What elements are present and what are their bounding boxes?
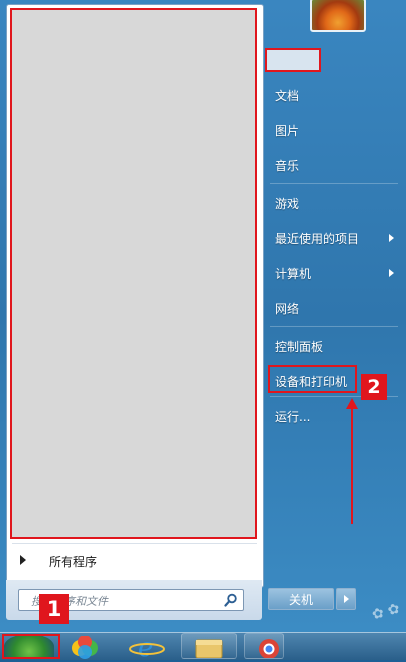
triangle-right-icon: [344, 595, 349, 603]
recent-programs-list[interactable]: [10, 8, 257, 539]
separator: [270, 326, 398, 327]
menu-item-control-panel[interactable]: 控制面板: [268, 333, 400, 359]
step-1-badge: 1: [39, 594, 69, 624]
menu-item-label: 文档: [275, 89, 300, 103]
game-icon[interactable]: [66, 635, 106, 659]
menu-item-pictures[interactable]: 图片: [268, 117, 400, 143]
chrome-icon: [259, 639, 279, 659]
triangle-right-icon: [20, 555, 26, 565]
divider: [12, 543, 257, 544]
all-programs-item[interactable]: 所有程序: [10, 548, 258, 574]
shutdown-button[interactable]: 关机: [268, 588, 334, 610]
submenu-arrow-icon: [389, 269, 394, 277]
arrow-up-icon: [346, 398, 358, 524]
menu-item-run[interactable]: 运行...: [268, 403, 400, 429]
menu-item-network[interactable]: 网络: [268, 295, 400, 321]
explorer-taskbar-button[interactable]: [181, 633, 237, 659]
menu-item-label: 游戏: [275, 197, 300, 211]
search-icon[interactable]: [224, 593, 238, 607]
submenu-arrow-icon: [389, 234, 394, 242]
svg-text:e: e: [138, 634, 153, 659]
all-programs-label: 所有程序: [49, 555, 98, 569]
ie-icon[interactable]: e: [124, 633, 170, 662]
step-2-badge: 2: [361, 374, 387, 400]
chrome-taskbar-button[interactable]: [244, 633, 284, 659]
menu-item-label: 图片: [275, 124, 300, 138]
menu-item-games[interactable]: 游戏: [268, 190, 400, 216]
folder-icon: [195, 639, 223, 659]
shutdown-options-button[interactable]: [336, 588, 356, 610]
menu-item-label: 运行...: [275, 410, 311, 424]
menu-item-label: 网络: [275, 302, 300, 316]
menu-item-label: 音乐: [275, 159, 300, 173]
highlight-box-start: [2, 634, 60, 659]
menu-item-music[interactable]: 音乐: [268, 152, 400, 178]
menu-item-label: 计算机: [275, 267, 312, 281]
menu-item-label: 最近使用的项目: [275, 232, 360, 246]
menu-item-label: 控制面板: [275, 340, 324, 354]
menu-item-documents[interactable]: 文档: [268, 82, 400, 108]
menu-item-recent-items[interactable]: 最近使用的项目: [268, 225, 400, 251]
separator: [270, 183, 398, 184]
user-name-item[interactable]: [265, 48, 321, 72]
highlight-box-devices: [268, 365, 357, 393]
user-picture[interactable]: [310, 0, 366, 32]
menu-item-computer[interactable]: 计算机: [268, 260, 400, 286]
